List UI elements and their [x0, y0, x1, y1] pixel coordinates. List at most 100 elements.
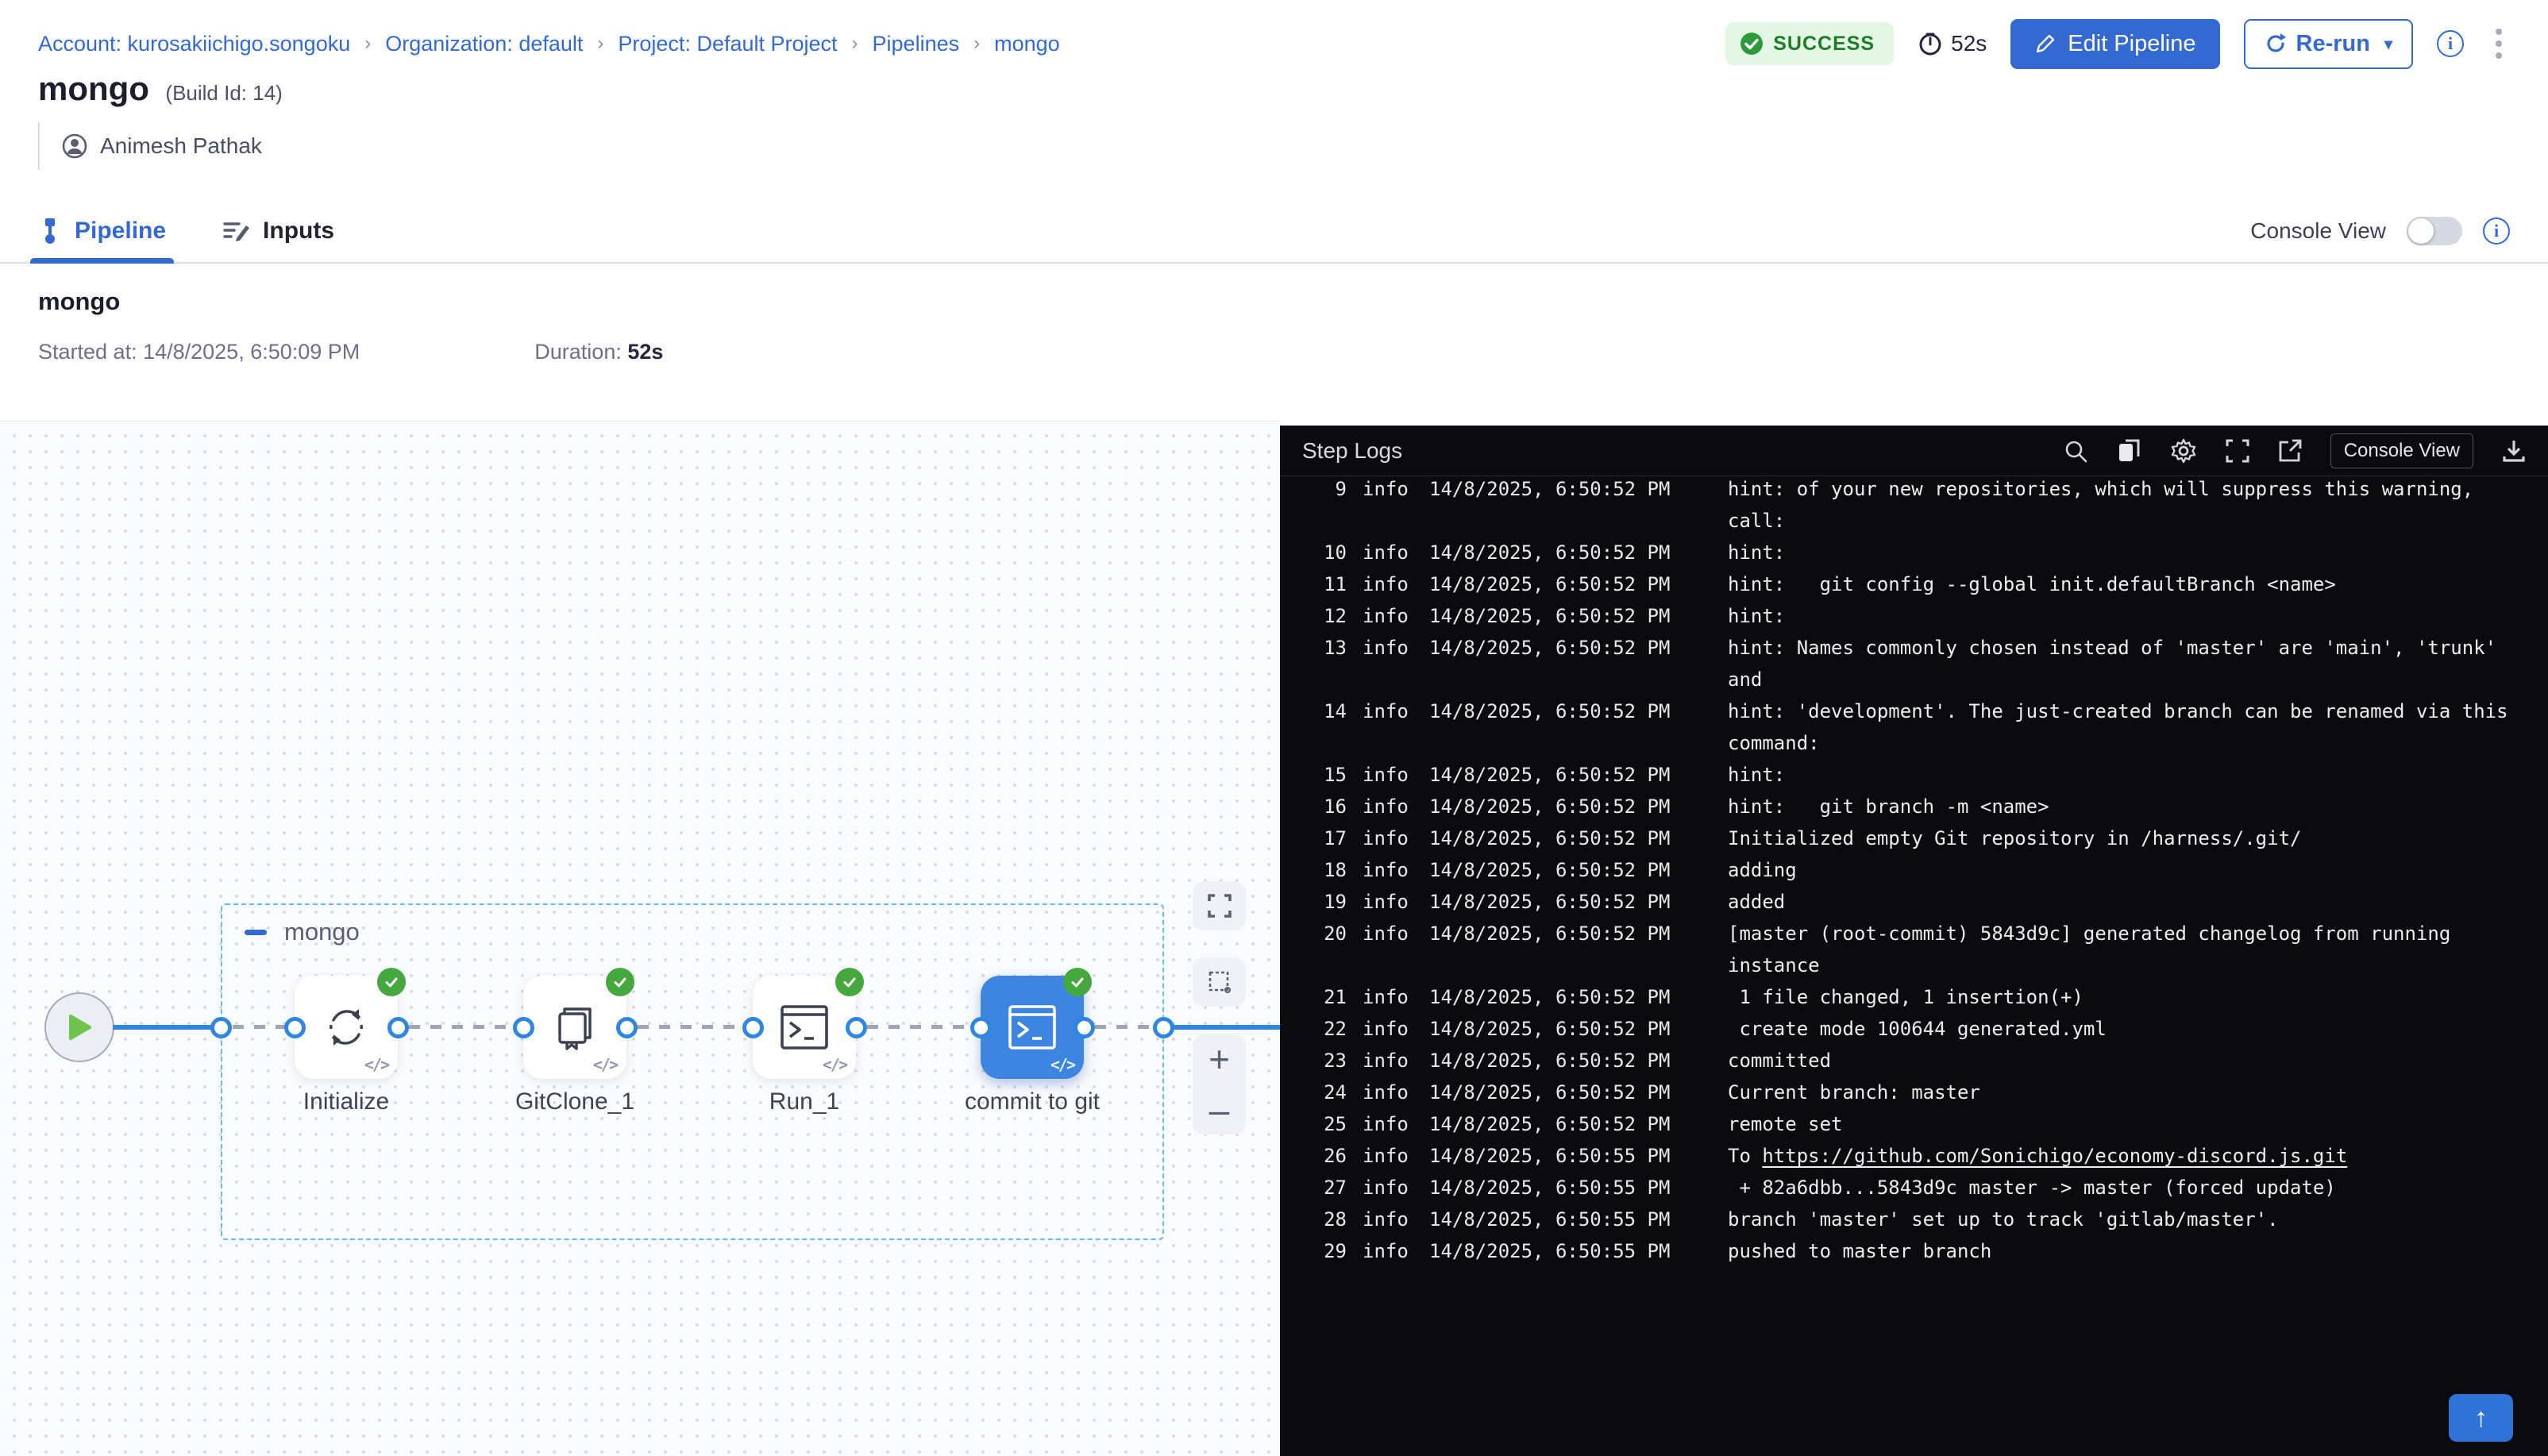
- zoom-in-button[interactable]: +: [1208, 1047, 1230, 1071]
- page-title: mongo: [38, 70, 149, 107]
- connector-dot[interactable]: [970, 1017, 992, 1038]
- connector-dot[interactable]: [387, 1017, 409, 1038]
- top-bar: Account: kurosakiichigo.songoku › Organiza…: [0, 0, 2548, 87]
- pencil-icon: [2034, 33, 2057, 55]
- rerun-caret-icon: ▾: [2384, 34, 2392, 54]
- author-name: Animesh Pathak: [100, 133, 262, 159]
- step-logs-header: Step Logs Console View: [1280, 426, 2548, 476]
- node-label: GitClone_1: [456, 1088, 694, 1115]
- node-success-icon: [1063, 968, 1092, 996]
- connector-dot[interactable]: [1153, 1017, 1174, 1038]
- started-at: Started at: 14/8/2025, 6:50:09 PM: [38, 340, 360, 364]
- node-template-icon: </>: [593, 1055, 617, 1074]
- collapse-group-icon[interactable]: [245, 930, 267, 935]
- author-row: Animesh Pathak: [38, 122, 283, 170]
- breadcrumb-item[interactable]: Organization: default: [385, 32, 583, 56]
- console-view-info-icon[interactable]: i: [2483, 218, 2510, 245]
- success-check-icon: [1740, 32, 1764, 56]
- log-line: 16info14/8/2025, 6:50:52 PMhint: git bra…: [1302, 791, 2548, 822]
- status-text: SUCCESS: [1773, 33, 1875, 56]
- search-icon[interactable]: [2064, 439, 2087, 463]
- connector-dot[interactable]: [742, 1017, 764, 1038]
- log-line: 27info14/8/2025, 6:50:55 PM + 82a6dbb...…: [1302, 1172, 2548, 1204]
- user-icon: [62, 133, 87, 159]
- open-external-icon[interactable]: [2278, 439, 2302, 463]
- pipeline-node-initialize[interactable]: </>: [295, 976, 398, 1079]
- pipeline-node-commit-to-git[interactable]: </>: [981, 976, 1084, 1079]
- stage-group-label: mongo: [245, 918, 360, 946]
- pipeline-start-node[interactable]: [44, 992, 114, 1062]
- tab-inputs[interactable]: Inputs: [223, 200, 334, 262]
- flow-line: [113, 1025, 224, 1030]
- node-template-icon: </>: [1050, 1055, 1074, 1074]
- breadcrumb-item[interactable]: Pipelines: [873, 32, 960, 56]
- flow-line: [409, 1025, 514, 1029]
- header-actions: SUCCESS 52s Edit Pipeline Re-run ▾ i: [1725, 19, 2510, 69]
- breadcrumb-item[interactable]: Account: kurosakiichigo.songoku: [38, 32, 350, 56]
- status-badge: SUCCESS: [1725, 22, 1894, 65]
- node-template-icon: </>: [823, 1055, 846, 1074]
- canvas-zoom-controls: + –: [1193, 1034, 1246, 1134]
- pipeline-canvas[interactable]: mongo </>Initialize</>GitClone_1</>Run_1…: [0, 421, 1280, 1456]
- log-link[interactable]: https://github.com/Sonichigo/economy-dis…: [1762, 1145, 2347, 1167]
- breadcrumb-item[interactable]: mongo: [994, 32, 1060, 56]
- console-view-button[interactable]: Console View: [2330, 433, 2473, 468]
- breadcrumb-item[interactable]: Project: Default Project: [618, 32, 837, 56]
- copy-icon[interactable]: [2116, 437, 2141, 464]
- duration-text: 52s: [1951, 31, 1987, 56]
- rerun-icon: [2265, 33, 2287, 55]
- node-success-icon: [835, 968, 864, 996]
- rerun-button[interactable]: Re-run ▾: [2244, 19, 2414, 69]
- fullscreen-icon[interactable]: [2226, 439, 2249, 463]
- canvas-fit-view-button[interactable]: [1193, 881, 1246, 930]
- more-options-menu[interactable]: [2488, 24, 2510, 64]
- play-icon: [67, 1015, 91, 1040]
- breadcrumb-separator: ›: [852, 33, 858, 55]
- console-view-toggle[interactable]: [2407, 217, 2462, 245]
- pipeline-node-run_1[interactable]: </>: [753, 976, 856, 1079]
- connector-dot[interactable]: [210, 1017, 232, 1038]
- fit-view-icon: [1207, 893, 1232, 919]
- canvas-select-button[interactable]: [1193, 957, 1246, 1007]
- console-view-label: Console View: [2250, 218, 2386, 244]
- connector-dot[interactable]: [1074, 1017, 1095, 1038]
- scroll-to-top-button[interactable]: ↑: [2449, 1394, 2513, 1442]
- log-line: command:: [1302, 727, 2548, 759]
- log-line: and: [1302, 664, 2548, 695]
- breadcrumb: Account: kurosakiichigo.songoku › Organiza…: [38, 32, 1060, 56]
- log-line: 19info14/8/2025, 6:50:52 PMadded: [1302, 886, 2548, 918]
- flow-line: [1095, 1025, 1154, 1029]
- download-icon[interactable]: [2502, 439, 2526, 463]
- zoom-out-button[interactable]: –: [1209, 1098, 1230, 1122]
- log-line: 20info14/8/2025, 6:50:52 PM[master (root…: [1302, 918, 2548, 949]
- tab-pipeline[interactable]: Pipeline: [38, 200, 166, 262]
- log-line: 26info14/8/2025, 6:50:55 PMTo https://gi…: [1302, 1140, 2548, 1172]
- log-line: 14info14/8/2025, 6:50:52 PMhint: 'develo…: [1302, 695, 2548, 727]
- pipeline-icon: [38, 218, 62, 245]
- pipeline-node-gitclone_1[interactable]: </>: [523, 976, 626, 1079]
- breadcrumb-separator: ›: [364, 33, 371, 55]
- stage-name: mongo: [38, 287, 663, 316]
- log-line: 9info14/8/2025, 6:50:52 PMhint: of your …: [1302, 473, 2548, 505]
- log-output[interactable]: 9info14/8/2025, 6:50:52 PMhint: of your …: [1280, 476, 2548, 1267]
- flow-line: [867, 1025, 970, 1029]
- node-success-icon: [377, 968, 406, 996]
- log-line: 18info14/8/2025, 6:50:52 PMadding: [1302, 854, 2548, 886]
- connector-dot[interactable]: [846, 1017, 867, 1038]
- log-line: 10info14/8/2025, 6:50:52 PMhint:: [1302, 537, 2548, 568]
- duration-indicator: 52s: [1918, 31, 1987, 56]
- log-line: 25info14/8/2025, 6:50:52 PMremote set: [1302, 1108, 2548, 1140]
- log-line: 15info14/8/2025, 6:50:52 PMhint:: [1302, 759, 2548, 791]
- connector-dot[interactable]: [513, 1017, 534, 1038]
- log-line: 13info14/8/2025, 6:50:52 PMhint: Names c…: [1302, 632, 2548, 664]
- duration-row: Duration: 52s: [534, 340, 663, 364]
- tab-bar: Pipeline Inputs Console View i: [0, 200, 2548, 264]
- connector-dot[interactable]: [616, 1017, 638, 1038]
- log-line: 24info14/8/2025, 6:50:52 PMCurrent branc…: [1302, 1077, 2548, 1108]
- title-block: mongo (Build Id: 14) Animesh Pathak: [38, 70, 283, 170]
- connector-dot[interactable]: [284, 1017, 306, 1038]
- node-success-icon: [606, 968, 634, 996]
- info-icon[interactable]: i: [2437, 30, 2464, 57]
- settings-gear-icon[interactable]: [2170, 437, 2197, 464]
- edit-pipeline-button[interactable]: Edit Pipeline: [2010, 19, 2219, 69]
